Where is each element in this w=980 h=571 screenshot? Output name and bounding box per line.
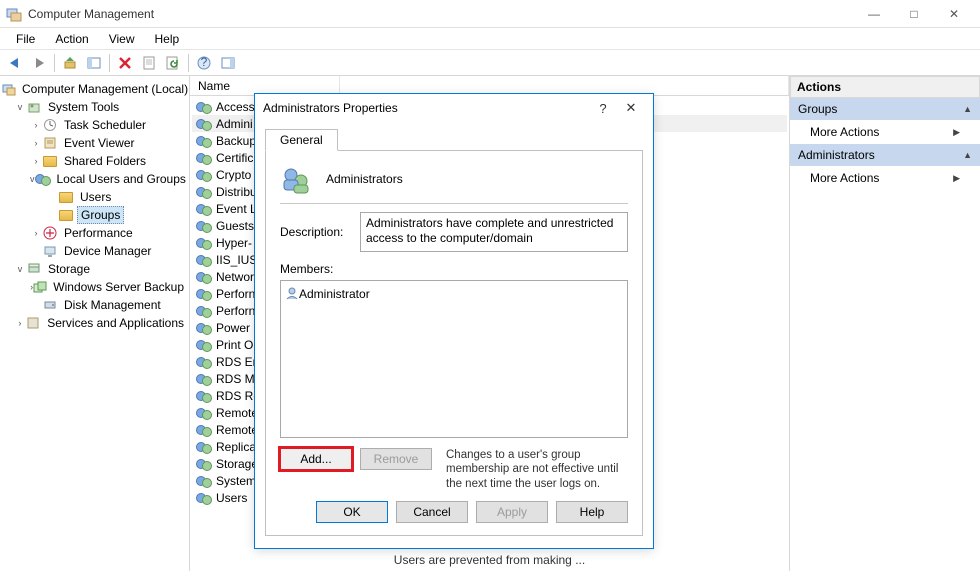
group-icon <box>196 456 212 472</box>
menubar: File Action View Help <box>0 28 980 50</box>
tree-system-tools[interactable]: vSystem Tools <box>2 98 187 116</box>
group-icon <box>196 116 212 132</box>
tab-general[interactable]: General <box>265 129 338 151</box>
group-icon <box>196 286 212 302</box>
tree-device-manager[interactable]: Device Manager <box>2 242 187 260</box>
cancel-button[interactable]: Cancel <box>396 501 468 523</box>
dialog-close-button[interactable]: ✕ <box>617 97 645 119</box>
svg-text:?: ? <box>201 56 208 69</box>
members-label: Members: <box>280 262 628 276</box>
menu-view[interactable]: View <box>99 30 145 48</box>
window-title: Computer Management <box>28 7 854 21</box>
actions-more-1[interactable]: More Actions▶ <box>790 120 980 144</box>
apply-button[interactable]: Apply <box>476 501 548 523</box>
group-large-icon <box>280 163 312 195</box>
tree-event-viewer[interactable]: ›Event Viewer <box>2 134 187 152</box>
tree-users[interactable]: Users <box>2 188 187 206</box>
tree-groups[interactable]: Groups <box>2 206 187 224</box>
minimize-button[interactable]: — <box>854 2 894 26</box>
tree-local-users-groups[interactable]: vLocal Users and Groups <box>2 170 187 188</box>
refresh-button[interactable] <box>162 52 184 74</box>
group-icon <box>196 303 212 319</box>
members-list[interactable]: Administrator <box>280 280 628 438</box>
group-icon <box>196 218 212 234</box>
dialog-help-button[interactable]: ? <box>589 97 617 119</box>
delete-button[interactable] <box>114 52 136 74</box>
properties-dialog: Administrators Properties ? ✕ General Ad… <box>254 93 654 549</box>
dialog-title: Administrators Properties <box>263 101 589 115</box>
toolbar: ? <box>0 50 980 76</box>
group-icon <box>196 235 212 251</box>
group-icon <box>196 99 212 115</box>
tree-task-scheduler[interactable]: ›Task Scheduler <box>2 116 187 134</box>
group-icon <box>196 388 212 404</box>
tree-root[interactable]: Computer Management (Local) <box>2 80 187 98</box>
group-icon <box>196 150 212 166</box>
dialog-help-bottom-button[interactable]: Help <box>556 501 628 523</box>
tree-storage[interactable]: vStorage <box>2 260 187 278</box>
member-item[interactable]: Administrator <box>285 285 623 303</box>
actions-pane: Actions Groups▲ More Actions▶ Administra… <box>790 76 980 571</box>
tree-disk-management[interactable]: Disk Management <box>2 296 187 314</box>
actions-header: Actions <box>790 76 980 98</box>
group-icon <box>196 371 212 387</box>
tree-performance[interactable]: ›Performance <box>2 224 187 242</box>
add-button[interactable]: Add... <box>280 448 352 470</box>
user-icon <box>285 286 299 303</box>
group-icon <box>196 473 212 489</box>
group-icon <box>196 337 212 353</box>
group-icon <box>196 201 212 217</box>
show-hide-tree-button[interactable] <box>83 52 105 74</box>
actions-section-groups[interactable]: Groups▲ <box>790 98 980 120</box>
window-titlebar: Computer Management — □ ✕ <box>0 0 980 28</box>
tree-shared-folders[interactable]: ›Shared Folders <box>2 152 187 170</box>
group-icon <box>196 167 212 183</box>
group-icon <box>196 269 212 285</box>
group-icon <box>196 184 212 200</box>
group-icon <box>196 422 212 438</box>
remove-button[interactable]: Remove <box>360 448 432 470</box>
tree-services-applications[interactable]: ›Services and Applications <box>2 314 187 332</box>
menu-file[interactable]: File <box>6 30 45 48</box>
back-button[interactable] <box>4 52 26 74</box>
actions-more-2[interactable]: More Actions▶ <box>790 166 980 190</box>
menu-help[interactable]: Help <box>145 30 190 48</box>
ok-button[interactable]: OK <box>316 501 388 523</box>
navigation-tree[interactable]: Computer Management (Local) vSystem Tool… <box>0 76 190 571</box>
group-icon <box>196 354 212 370</box>
group-icon <box>196 133 212 149</box>
group-icon <box>196 320 212 336</box>
membership-note: Changes to a user's group membership are… <box>440 448 628 491</box>
up-button[interactable] <box>59 52 81 74</box>
actions-section-administrators[interactable]: Administrators▲ <box>790 144 980 166</box>
description-field[interactable]: Administrators have complete and unrestr… <box>360 212 628 252</box>
group-icon <box>196 490 212 506</box>
maximize-button[interactable]: □ <box>894 2 934 26</box>
description-label: Description: <box>280 225 360 239</box>
group-icon <box>196 405 212 421</box>
show-action-pane-button[interactable] <box>217 52 239 74</box>
properties-button[interactable] <box>138 52 160 74</box>
forward-button[interactable] <box>28 52 50 74</box>
status-text: Users are prevented from making ... <box>190 549 789 571</box>
help-button[interactable]: ? <box>193 52 215 74</box>
group-icon <box>196 439 212 455</box>
tree-windows-server-backup[interactable]: ›Windows Server Backup <box>2 278 187 296</box>
app-icon <box>6 6 22 22</box>
close-button[interactable]: ✕ <box>934 2 974 26</box>
group-name: Administrators <box>326 172 403 186</box>
menu-action[interactable]: Action <box>45 30 98 48</box>
group-icon <box>196 252 212 268</box>
